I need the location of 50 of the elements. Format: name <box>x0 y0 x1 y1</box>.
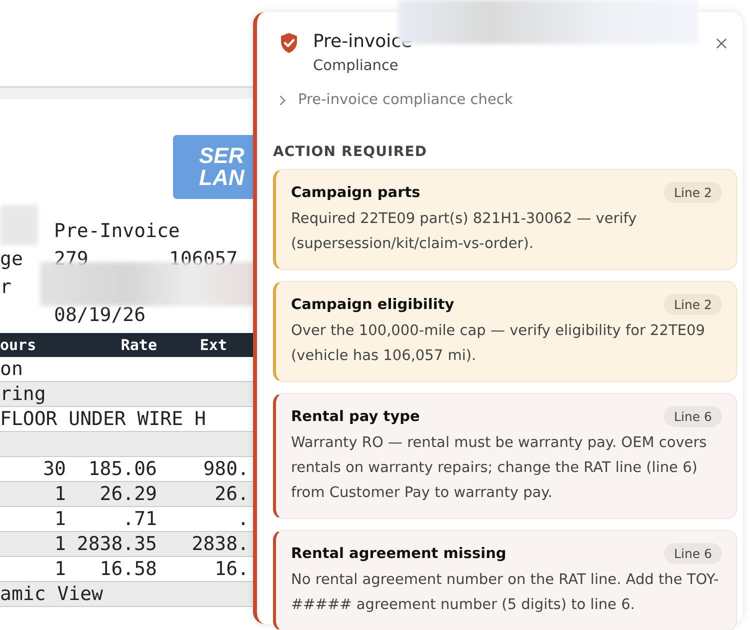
table-cell: 2838.35 <box>76 533 157 555</box>
field-value: 279 <box>54 248 88 270</box>
issue-description: Required 22TE09 part(s) 821H1-30062 — verify (supersession/kit/claim-vs-order). <box>291 210 638 254</box>
close-icon <box>716 38 727 49</box>
table-cell: amic View <box>0 582 103 606</box>
table-cell: on <box>0 357 23 381</box>
field-label: ge <box>0 248 23 270</box>
line-badge: Line 2 <box>664 182 722 203</box>
table-cell: 980. <box>203 458 249 480</box>
chevron-icon <box>279 94 286 106</box>
line-badge: Line 6 <box>664 406 722 427</box>
table-cell: .71 <box>122 508 157 530</box>
field-value: 08/19/26 <box>54 304 146 326</box>
table-cell: ring <box>0 382 46 406</box>
panel-title: Pre-invoice <box>313 30 412 54</box>
line-badge: Line 2 <box>664 294 722 315</box>
table-cell: 1 <box>54 558 66 580</box>
issue-description: Over the 100,000-mile cap — verify eligibility for 22TE09 (vehicle has 106,057 mi). <box>291 322 706 366</box>
column-header: Ext <box>200 336 227 354</box>
table-cell: 1 <box>54 533 66 555</box>
table-cell: 2838. <box>192 533 249 555</box>
field-value: Pre-Invoice <box>54 220 180 242</box>
column-header: Rate <box>120 336 157 354</box>
shield-check-icon <box>279 32 299 54</box>
field-label: r <box>0 276 12 298</box>
logo-text: LAN <box>199 167 246 189</box>
table-cell: 30 <box>43 458 66 480</box>
table-cell: FLOOR UNDER WIRE H <box>0 407 206 431</box>
table-cell: 16.58 <box>100 558 157 580</box>
issue-title: Campaign parts <box>291 184 420 200</box>
expander[interactable]: Pre-invoice compliance check <box>279 92 513 108</box>
issue-title: Rental agreement missing <box>291 546 506 562</box>
issue-title: Campaign eligibility <box>291 296 454 312</box>
panel-subtitle: Compliance <box>313 58 400 74</box>
table-cell: . <box>238 508 249 530</box>
table-cell: 26.29 <box>100 483 157 505</box>
issue-description: No rental agreement number on the RAT line. Add the TOY-##### agreement number (5 digits) to line 6. <box>291 571 720 615</box>
table-cell: 185.06 <box>88 458 157 480</box>
close-button[interactable] <box>714 36 729 51</box>
logo-text: SER <box>199 145 246 167</box>
table-cell: 1 <box>54 508 66 530</box>
issue-title: Rental pay type <box>291 408 420 424</box>
column-header: ours <box>0 336 36 354</box>
field-value: 106057 <box>169 248 238 270</box>
line-badge: Line 6 <box>664 543 722 564</box>
section-heading: ACTION REQUIRED <box>273 144 428 160</box>
table-cell: 1 <box>54 483 66 505</box>
issue-description: Warranty RO — rental must be warranty pay. OEM covers rentals on warranty repairs; change the RAT line (line 6) from Customer Pay to warranty pay. <box>291 434 708 503</box>
table-cell: 16. <box>214 558 249 580</box>
table-cell: 26. <box>214 483 249 505</box>
